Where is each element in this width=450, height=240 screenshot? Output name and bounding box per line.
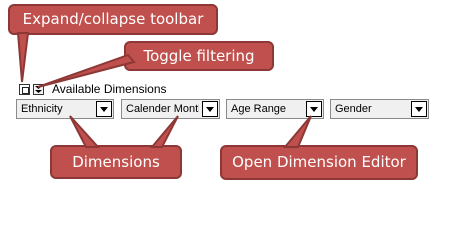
- filter-toggle-glyph: [35, 86, 42, 93]
- dimension-label: Calender Month: [126, 103, 199, 115]
- dimension-label: Ethnicity: [21, 103, 63, 115]
- callout-dimensions: Dimensions: [50, 145, 182, 179]
- callout-open-dimension-editor: Open Dimension Editor: [220, 145, 418, 180]
- dimension-selector-ethnicity[interactable]: Ethnicity: [16, 99, 114, 119]
- expand-collapse-icon[interactable]: [19, 84, 30, 95]
- filter-toggle-icon[interactable]: [33, 84, 44, 95]
- open-dimension-editor-icon[interactable]: [411, 101, 427, 117]
- dimension-selector-age-range[interactable]: Age Range: [226, 99, 324, 119]
- arrow-dims-right: [149, 115, 179, 148]
- callout-toggle-filtering: Toggle filtering: [124, 41, 274, 71]
- dimension-selector-gender[interactable]: Gender: [330, 99, 429, 119]
- dimension-label: Gender: [335, 103, 372, 115]
- arrow-expand: [16, 32, 30, 83]
- open-dimension-editor-icon[interactable]: [306, 101, 322, 117]
- open-dimension-editor-icon[interactable]: [202, 101, 218, 117]
- dimension-selector-calender-month[interactable]: Calender Month: [121, 99, 220, 119]
- callout-expand-toolbar: Expand/collapse toolbar: [8, 4, 218, 35]
- dimension-label: Age Range: [231, 103, 287, 115]
- available-dimensions-label: Available Dimensions: [52, 82, 167, 96]
- open-dimension-editor-icon[interactable]: [96, 101, 112, 117]
- arrow-dims-left: [69, 115, 101, 148]
- arrow-editor: [282, 115, 312, 148]
